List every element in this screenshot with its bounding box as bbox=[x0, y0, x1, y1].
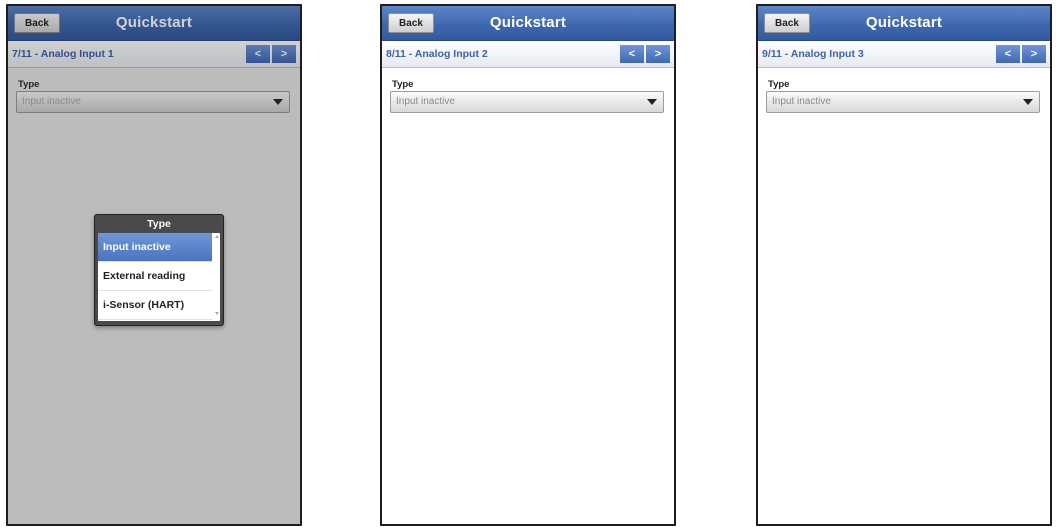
step-bar: 9/11 - Analog Input 3 < > bbox=[758, 41, 1050, 68]
previous-button[interactable]: < bbox=[996, 45, 1020, 63]
step-bar: 7/11 - Analog Input 1 < > bbox=[8, 41, 300, 68]
next-button[interactable]: > bbox=[646, 45, 670, 63]
scroll-up-icon bbox=[215, 235, 219, 238]
back-button[interactable]: Back bbox=[14, 13, 60, 33]
picker-option-list: Input inactive External reading i-Sensor… bbox=[98, 233, 220, 321]
next-button[interactable]: > bbox=[1022, 45, 1046, 63]
step-label: 8/11 - Analog Input 2 bbox=[386, 48, 488, 60]
type-select[interactable]: Input inactive bbox=[766, 91, 1040, 113]
previous-button[interactable]: < bbox=[620, 45, 644, 63]
step-label: 7/11 - Analog Input 1 bbox=[12, 48, 114, 60]
chevron-down-icon bbox=[273, 99, 283, 105]
step-label: 9/11 - Analog Input 3 bbox=[762, 48, 864, 60]
type-select[interactable]: Input inactive bbox=[16, 91, 290, 113]
type-select-value: Input inactive bbox=[772, 96, 831, 107]
type-select-value: Input inactive bbox=[396, 96, 455, 107]
screen-analog-input-3: Back Quickstart 9/11 - Analog Input 3 < … bbox=[756, 4, 1052, 526]
option-i-sensor-hart[interactable]: i-Sensor (HART) bbox=[98, 291, 212, 320]
type-label: Type bbox=[768, 79, 790, 90]
step-bar: 8/11 - Analog Input 2 < > bbox=[382, 41, 674, 68]
form-content: Type Input inactive bbox=[758, 68, 1050, 524]
back-button[interactable]: Back bbox=[764, 13, 810, 33]
next-button[interactable]: > bbox=[272, 45, 296, 63]
title-bar: Back Quickstart bbox=[8, 6, 300, 41]
type-picker-popup: Type Input inactive External reading i-S… bbox=[94, 214, 224, 326]
back-button[interactable]: Back bbox=[388, 13, 434, 33]
title-bar: Back Quickstart bbox=[382, 6, 674, 41]
chevron-down-icon bbox=[647, 99, 657, 105]
chevron-down-icon bbox=[1023, 99, 1033, 105]
previous-button[interactable]: < bbox=[246, 45, 270, 63]
scroll-down-icon bbox=[215, 312, 219, 315]
title-bar: Back Quickstart bbox=[758, 6, 1050, 41]
scrollbar[interactable] bbox=[215, 235, 219, 315]
screen-analog-input-2: Back Quickstart 8/11 - Analog Input 2 < … bbox=[380, 4, 676, 526]
type-select-value: Input inactive bbox=[22, 96, 81, 107]
option-external-reading[interactable]: External reading bbox=[98, 262, 212, 291]
option-input-inactive[interactable]: Input inactive bbox=[98, 233, 212, 262]
screen-analog-input-1: Back Quickstart 7/11 - Analog Input 1 < … bbox=[6, 4, 302, 526]
type-label: Type bbox=[18, 79, 40, 90]
type-select[interactable]: Input inactive bbox=[390, 91, 664, 113]
popup-title: Type bbox=[147, 218, 171, 230]
form-content: Type Input inactive bbox=[382, 68, 674, 524]
type-label: Type bbox=[392, 79, 414, 90]
